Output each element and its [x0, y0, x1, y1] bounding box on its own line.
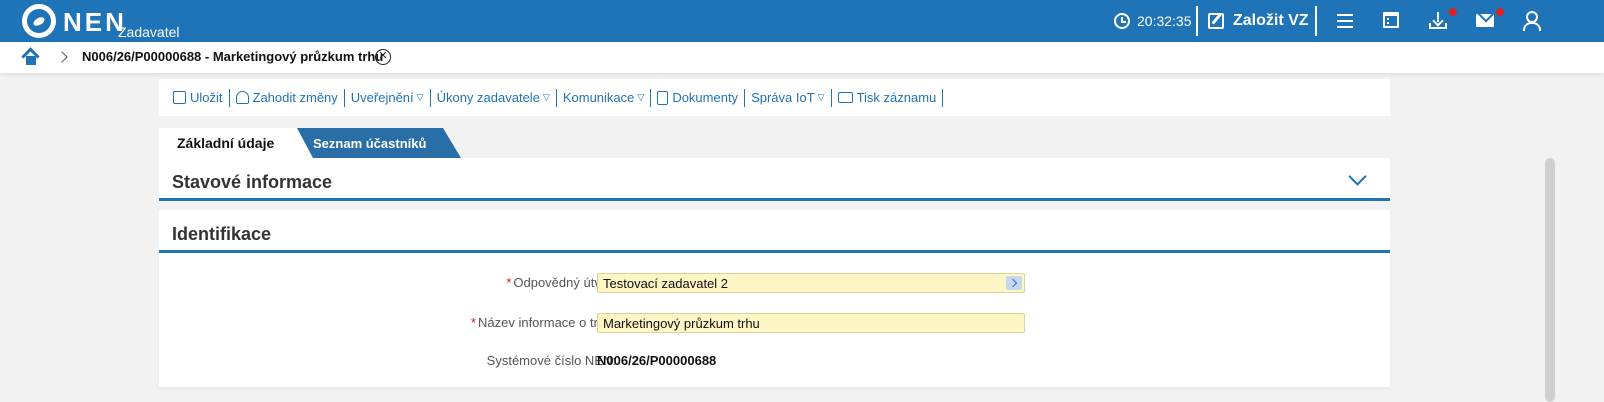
market-info-name-field[interactable]: Marketingový průzkum trhu — [597, 313, 1025, 333]
communication-label: Komunikace — [562, 90, 635, 105]
save-icon — [173, 91, 186, 104]
home-icon[interactable] — [21, 47, 40, 66]
nen-logo-icon[interactable] — [22, 4, 56, 38]
divider — [1196, 6, 1198, 36]
chevron-right-icon — [56, 51, 68, 63]
mail-icon[interactable] — [1476, 14, 1494, 27]
action-toolbar: Uložit Zahodit změny Uveřejnění ▽ Úkony … — [159, 79, 1390, 116]
session-time: 20:32:35 — [1137, 13, 1192, 29]
caret-down-icon: ▽ — [637, 92, 645, 102]
documents-label: Dokumenty — [672, 90, 739, 105]
caret-down-icon: ▽ — [416, 92, 424, 102]
clipboard-icon — [657, 90, 669, 105]
identification-form: * Odpovědný útvar: Testovací zadavatel 2 … — [159, 253, 1390, 387]
user-icon[interactable] — [1522, 11, 1541, 31]
tab-basic-info[interactable]: Základní údaje — [159, 128, 313, 158]
identification-section-header: Identifikace — [159, 210, 1390, 253]
breadcrumb: N006/26/P00000688 - Marketingový průzkum… — [0, 42, 1604, 73]
identification-section-title: Identifikace — [172, 224, 272, 244]
print-icon — [837, 92, 853, 103]
iot-management-menu[interactable]: Správa IoT ▽ — [745, 88, 832, 107]
create-procurement-label: Založit VZ — [1233, 12, 1309, 29]
clock-icon — [1114, 13, 1130, 29]
form-row-responsible-unit: * Odpovědný útvar: Testovací zadavatel 2 — [159, 273, 1390, 293]
breadcrumb-current[interactable]: N006/26/P00000688 - Marketingový průzkum… — [82, 49, 383, 64]
save-button[interactable]: Uložit — [167, 88, 230, 107]
caret-down-icon: ▽ — [542, 92, 550, 102]
download-icon[interactable] — [1429, 12, 1447, 29]
status-section-header[interactable]: Stavové informace — [159, 158, 1390, 201]
required-mark: * — [470, 315, 476, 330]
page-scrollbar[interactable] — [1545, 158, 1555, 402]
mail-notification-dot — [1496, 8, 1504, 16]
responsible-unit-field[interactable]: Testovací zadavatel 2 — [597, 273, 1025, 293]
top-bar: NEN Zadavatel 20:32:35 Založit VZ — [0, 0, 1604, 42]
documents-button[interactable]: Dokumenty — [651, 88, 746, 107]
publication-label: Uveřejnění — [350, 90, 414, 105]
download-notification-dot — [1449, 8, 1457, 16]
caret-down-icon: ▽ — [817, 92, 825, 102]
print-record-button[interactable]: Tisk záznamu — [832, 88, 944, 107]
divider — [1315, 6, 1317, 36]
contracting-acts-menu[interactable]: Úkony zadavatele ▽ — [431, 88, 557, 107]
tab-participants[interactable]: Seznam účastníků — [293, 128, 461, 158]
print-record-label: Tisk záznamu — [856, 90, 937, 105]
role-label: Zadavatel — [118, 24, 180, 40]
edit-icon — [1208, 13, 1224, 29]
communication-menu[interactable]: Komunikace ▽ — [557, 88, 652, 107]
contracting-acts-label: Úkony zadavatele — [436, 90, 540, 105]
select-chevron-icon[interactable] — [1006, 276, 1022, 290]
system-number-value: N006/26/P00000688 — [597, 353, 717, 368]
iot-management-label: Správa IoT — [751, 90, 815, 105]
required-mark: * — [506, 275, 512, 290]
status-section-title: Stavové informace — [172, 172, 333, 192]
publication-menu[interactable]: Uveřejnění ▽ — [345, 88, 431, 107]
create-procurement-button[interactable]: Založit VZ — [1208, 6, 1309, 36]
undo-icon — [235, 91, 249, 104]
market-info-name-value: Marketingový průzkum trhu — [603, 316, 760, 331]
calendar-icon[interactable] — [1383, 12, 1399, 28]
responsible-unit-value: Testovací zadavatel 2 — [603, 276, 729, 291]
chevron-down-icon[interactable] — [1348, 167, 1367, 186]
form-row-system-number: Systémové číslo NEN: N006/26/P00000688 — [159, 351, 1390, 371]
menu-icon[interactable] — [1337, 14, 1353, 28]
save-label: Uložit — [190, 90, 223, 105]
close-tab-icon[interactable]: ✕ — [375, 49, 391, 65]
discard-changes-button[interactable]: Zahodit změny — [230, 88, 345, 107]
market-info-name-label: * Název informace o trhu: — [470, 315, 616, 330]
discard-changes-label: Zahodit změny — [252, 90, 338, 105]
form-row-market-info-name: * Název informace o trhu: Marketingový pr… — [159, 313, 1390, 333]
